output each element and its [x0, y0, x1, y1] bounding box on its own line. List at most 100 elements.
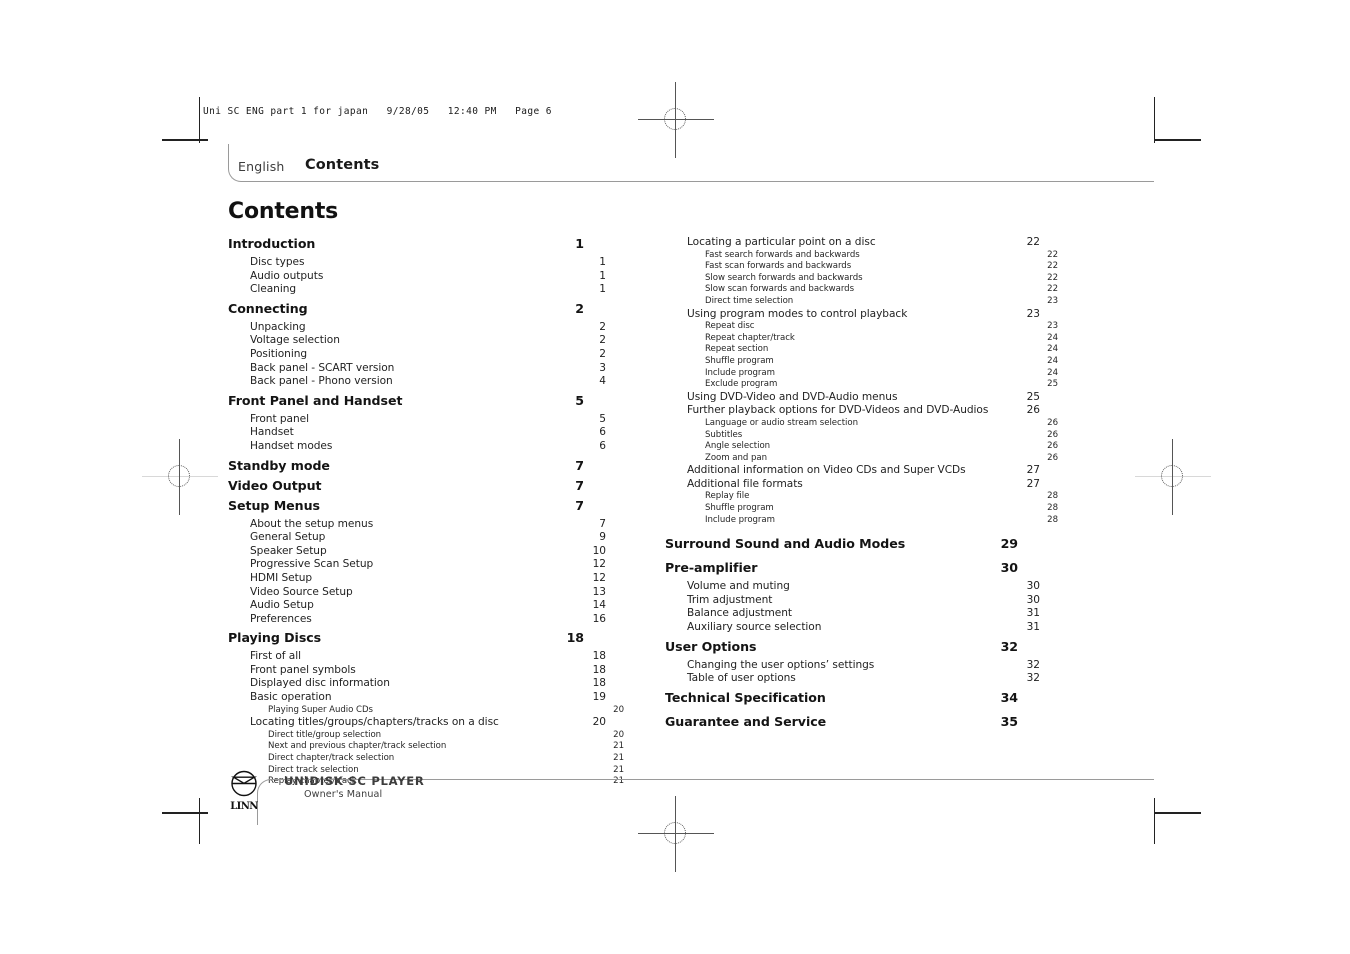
- toc-entry[interactable]: Auxiliary source selection 31: [665, 621, 1040, 635]
- toc-entry[interactable]: Locating titles/groups/chapters/tracks o…: [228, 716, 606, 730]
- toc-entry[interactable]: Video Source Setup 13: [228, 586, 606, 600]
- toc-entry[interactable]: Front panel symbols 18: [228, 664, 606, 678]
- toc-entry[interactable]: Repeat section 24: [665, 344, 1058, 356]
- toc-entry-page-number: 32: [1026, 672, 1040, 685]
- toc-entry-page-number: 9: [599, 531, 606, 544]
- toc-entry[interactable]: Handset modes 6: [228, 440, 606, 454]
- toc-entry[interactable]: Additional file formats 27: [665, 478, 1040, 492]
- toc-entry[interactable]: Introduction 1: [228, 236, 584, 256]
- toc-entry[interactable]: HDMI Setup 12: [228, 572, 606, 586]
- toc-entry[interactable]: Include program 28: [665, 515, 1058, 527]
- toc-entry[interactable]: Front Panel and Handset 5: [228, 393, 584, 413]
- toc-entry[interactable]: Replay file 28: [665, 491, 1058, 503]
- toc-entry[interactable]: Setup Menus 7: [228, 498, 584, 518]
- toc-entry[interactable]: Pre-amplifier 30: [665, 560, 1018, 580]
- toc-entry-label: User Options: [665, 638, 757, 654]
- toc-entry-label: Handset: [250, 426, 294, 439]
- toc-column-left: Introduction 1 Disc types 1 Audio outputs 1 Cl…: [228, 236, 624, 788]
- toc-entry-label: Fast search forwards and backwards: [705, 249, 860, 260]
- toc-entry[interactable]: Using program modes to control playback 2…: [665, 308, 1040, 322]
- toc-entry[interactable]: Back panel - SCART version 3: [228, 362, 606, 376]
- toc-entry[interactable]: Displayed disc information 18: [228, 677, 606, 691]
- toc-entry[interactable]: Standby mode 7: [228, 458, 584, 478]
- toc-entry[interactable]: Audio Setup 14: [228, 599, 606, 613]
- toc-entry-page-number: 31: [1026, 607, 1040, 620]
- toc-entry-label: Setup Menus: [228, 497, 320, 513]
- toc-entry[interactable]: Guarantee and Service 35: [665, 714, 1018, 734]
- toc-entry[interactable]: Exclude program 25: [665, 379, 1058, 391]
- toc-entry[interactable]: Locating a particular point on a disc 22: [665, 236, 1040, 250]
- toc-entry[interactable]: Speaker Setup 10: [228, 545, 606, 559]
- trim-mark-top-right-horizontal: [1155, 139, 1201, 141]
- toc-entry-label: Additional information on Video CDs and …: [687, 464, 966, 477]
- toc-entry-page-number: 6: [599, 426, 606, 439]
- toc-entry[interactable]: Surround Sound and Audio Modes 29: [665, 536, 1018, 556]
- toc-entry-page-number: 23: [1047, 321, 1058, 332]
- toc-entry[interactable]: Further playback options for DVD-Videos …: [665, 404, 1040, 418]
- toc-entry-label: Subtitles: [705, 429, 743, 440]
- toc-entry[interactable]: Include program 24: [665, 368, 1058, 380]
- toc-entry[interactable]: Cleaning 1: [228, 283, 606, 297]
- toc-entry[interactable]: Direct chapter/track selection 21: [228, 753, 624, 765]
- toc-entry[interactable]: General Setup 9: [228, 531, 606, 545]
- toc-entry[interactable]: Shuffle program 28: [665, 503, 1058, 515]
- toc-entry-page-number: 7: [575, 497, 584, 513]
- toc-entry-page-number: 26: [1047, 417, 1058, 428]
- toc-entry[interactable]: Repeat disc 23: [665, 321, 1058, 333]
- toc-entry-page-number: 27: [1026, 464, 1040, 477]
- toc-entry[interactable]: Table of user options 32: [665, 672, 1040, 686]
- toc-entry[interactable]: Playing Super Audio CDs 20: [228, 705, 624, 717]
- toc-entry-label: Replay file: [705, 491, 750, 502]
- toc-entry-label: Changing the user options’ settings: [687, 658, 875, 671]
- toc-entry[interactable]: Shuffle program 24: [665, 356, 1058, 368]
- toc-entry-label: Back panel - SCART version: [250, 361, 395, 374]
- toc-entry[interactable]: Front panel 5: [228, 413, 606, 427]
- toc-entry[interactable]: Unpacking 2: [228, 321, 606, 335]
- toc-entry[interactable]: Fast search forwards and backwards 22: [665, 250, 1058, 262]
- toc-entry[interactable]: Technical Specification 34: [665, 690, 1018, 710]
- toc-entry[interactable]: Handset 6: [228, 426, 606, 440]
- toc-entry[interactable]: User Options 32: [665, 639, 1018, 659]
- toc-entry[interactable]: Disc types 1: [228, 256, 606, 270]
- toc-entry-page-number: 22: [1047, 261, 1058, 272]
- toc-entry[interactable]: Repeat chapter/track 24: [665, 333, 1058, 345]
- toc-entry[interactable]: Connecting 2: [228, 301, 584, 321]
- toc-entry-label: Front Panel and Handset: [228, 392, 403, 408]
- toc-entry[interactable]: Video Output 7: [228, 478, 584, 498]
- toc-entry[interactable]: Zoom and pan 26: [665, 453, 1058, 465]
- toc-entry[interactable]: Fast scan forwards and backwards 22: [665, 261, 1058, 273]
- toc-entry[interactable]: Slow search forwards and backwards 22: [665, 273, 1058, 285]
- toc-entry[interactable]: Playing Discs 18: [228, 630, 584, 650]
- toc-entry-label: Slow scan forwards and backwards: [705, 284, 854, 295]
- toc-entry[interactable]: Back panel - Phono version 4: [228, 375, 606, 389]
- toc-entry[interactable]: Progressive Scan Setup 12: [228, 558, 606, 572]
- linn-wordmark: LINN: [230, 801, 258, 812]
- toc-entry[interactable]: Using DVD-Video and DVD-Audio menus 25: [665, 391, 1040, 405]
- toc-entry[interactable]: First of all 18: [228, 650, 606, 664]
- toc-entry[interactable]: Subtitles 26: [665, 430, 1058, 442]
- toc-entry[interactable]: Direct time selection 23: [665, 296, 1058, 308]
- header-section-label: Contents: [305, 157, 380, 173]
- toc-entry[interactable]: Audio outputs 1: [228, 270, 606, 284]
- toc-entry[interactable]: Slow scan forwards and backwards 22: [665, 284, 1058, 296]
- toc-entry[interactable]: Preferences 16: [228, 613, 606, 627]
- toc-entry[interactable]: Changing the user options’ settings 32: [665, 659, 1040, 673]
- toc-entry[interactable]: Additional information on Video CDs and …: [665, 464, 1040, 478]
- toc-entry[interactable]: Angle selection 26: [665, 441, 1058, 453]
- toc-entry-label: Playing Super Audio CDs: [268, 704, 373, 715]
- toc-entry-page-number: 24: [1047, 355, 1058, 366]
- toc-entry[interactable]: Language or audio stream selection 26: [665, 418, 1058, 430]
- toc-entry-label: HDMI Setup: [250, 571, 313, 584]
- toc-entry[interactable]: Volume and muting 30: [665, 580, 1040, 594]
- toc-entry[interactable]: About the setup menus 7: [228, 518, 606, 532]
- toc-entry-label: About the setup menus: [250, 517, 374, 530]
- toc-entry[interactable]: Positioning 2: [228, 348, 606, 362]
- toc-entry[interactable]: Direct title/group selection 20: [228, 730, 624, 742]
- toc-entry[interactable]: Balance adjustment 31: [665, 607, 1040, 621]
- toc-entry[interactable]: Basic operation 19: [228, 691, 606, 705]
- toc-entry[interactable]: Trim adjustment 30: [665, 594, 1040, 608]
- linn-roundel-icon: LINN: [224, 768, 264, 816]
- toc-entry[interactable]: Voltage selection 2: [228, 334, 606, 348]
- toc-entry-page-number: 18: [592, 663, 606, 676]
- toc-entry[interactable]: Next and previous chapter/track selectio…: [228, 741, 624, 753]
